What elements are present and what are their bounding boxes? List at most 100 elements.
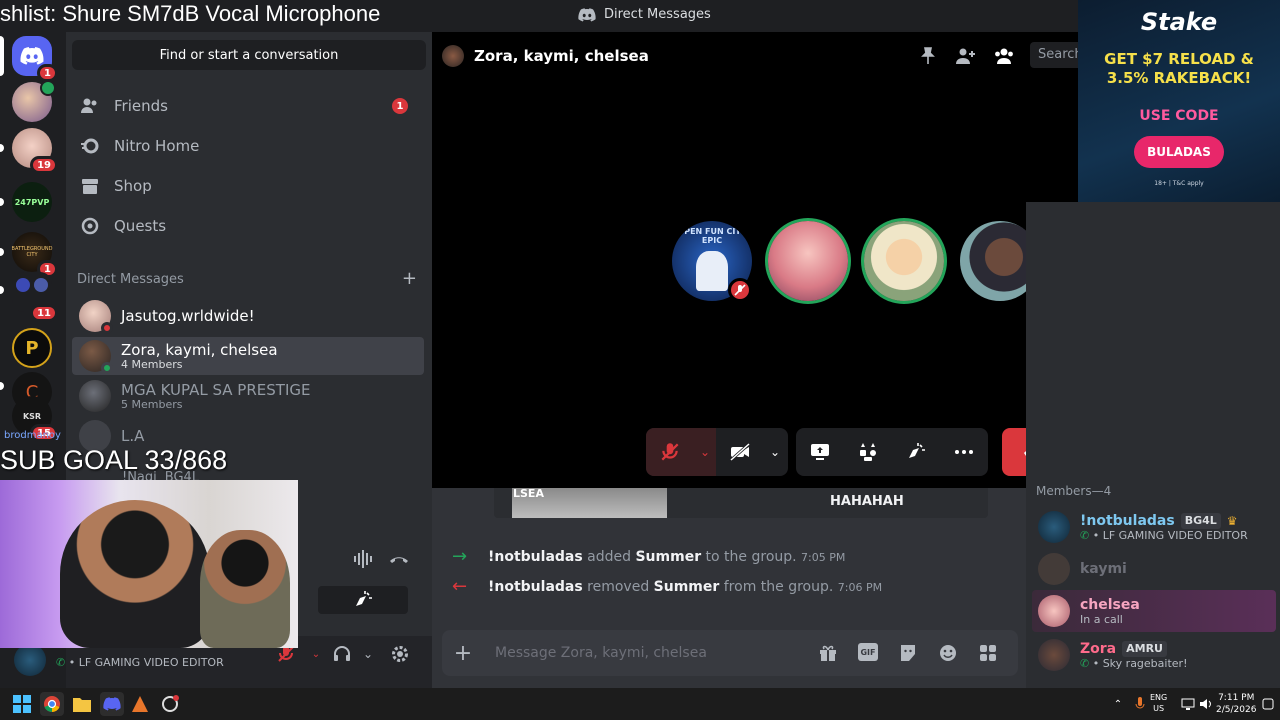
user-avatar[interactable] <box>14 644 46 676</box>
chrome-icon[interactable] <box>40 692 64 716</box>
mic-tray-icon[interactable] <box>1128 692 1152 716</box>
pinned-messages-icon[interactable] <box>916 44 940 68</box>
toggle-mic-button[interactable] <box>646 428 694 476</box>
search-input[interactable]: Search <box>1030 42 1080 68</box>
nav-shop[interactable]: Shop <box>74 168 424 204</box>
nav-nitro-home[interactable]: Nitro Home <box>74 128 424 164</box>
server-folder[interactable]: 11 <box>12 272 58 322</box>
system-message-text: !notbuladas added Summer to the group. 7… <box>488 548 846 565</box>
system-message: → !notbuladas added Summer to the group.… <box>452 546 845 567</box>
member-item[interactable]: kaymi <box>1032 548 1276 590</box>
discord-taskbar-icon[interactable] <box>100 692 124 716</box>
member-item[interactable]: !notbuladas BG4L ♛ ✆ • LF GAMING VIDEO E… <box>1032 506 1276 548</box>
dm-item[interactable]: Jasutog.wrldwide! <box>72 297 424 335</box>
nav-label: Nitro Home <box>114 137 200 155</box>
soundboard-button[interactable] <box>892 428 940 476</box>
gear-icon <box>390 644 410 664</box>
message-target[interactable]: Summer <box>635 549 701 565</box>
toggle-camera-button[interactable] <box>716 428 764 476</box>
camera-off-icon <box>729 441 751 463</box>
add-dm-icon[interactable]: + <box>402 270 417 288</box>
activities-icon <box>858 442 878 462</box>
activities-button[interactable] <box>844 428 892 476</box>
dm-item-active[interactable]: Zora, kaymi, chelsea 4 Members <box>72 337 424 375</box>
volume-icon[interactable] <box>1194 692 1218 716</box>
discord-logo-icon <box>578 7 596 22</box>
dm-name: Zora, kaymi, chelsea <box>121 340 278 359</box>
member-list-icon[interactable] <box>992 44 1016 68</box>
ad-headline: GET $7 RELOAD & 3.5% RAKEBACK! <box>1104 50 1254 87</box>
gif-icon[interactable]: GIF <box>858 643 878 661</box>
dm-name: L.A <box>121 427 145 445</box>
participant-tile-speaking[interactable] <box>768 221 848 301</box>
dm-item[interactable]: MGA KUPAL SA PRESTIGE 5 Members <box>72 377 424 415</box>
apps-icon[interactable] <box>978 643 998 663</box>
guild-tag: AMRU <box>1122 640 1167 657</box>
app-icon[interactable] <box>128 692 152 716</box>
dm-name: MGA KUPAL SA PRESTIGE <box>121 380 311 399</box>
camera-options-chevron-icon[interactable]: ⌄ <box>764 428 786 476</box>
message-time: 7:06 PM <box>837 580 883 594</box>
member-item[interactable]: Zora AMRU ✆ • Sky ragebaiter! <box>1032 634 1276 676</box>
soundboard-button[interactable] <box>318 586 408 614</box>
stream-chat-user: brodmanoy <box>4 430 61 441</box>
notifications-icon[interactable] <box>1256 692 1280 716</box>
participant-tile-speaking[interactable] <box>864 221 944 301</box>
dm-avatar[interactable]: 19 <box>12 128 58 174</box>
unread-pill <box>0 248 4 256</box>
app-title: Direct Messages <box>578 7 711 22</box>
system-message: ← !notbuladas removed Summer from the gr… <box>452 576 882 597</box>
add-friends-to-dm-icon[interactable] <box>954 44 978 68</box>
dnd-status-icon <box>101 322 113 334</box>
server-avatar-voice[interactable] <box>12 80 56 122</box>
call-controls-activities <box>796 428 988 476</box>
disconnect-icon[interactable] <box>388 548 410 570</box>
more-options-button[interactable] <box>940 428 988 476</box>
language-indicator[interactable]: ENG US <box>1150 692 1167 714</box>
arrow-left-icon: ← <box>452 576 468 597</box>
emoji-icon[interactable] <box>938 643 958 663</box>
unread-pill <box>0 382 4 390</box>
soundboard-icon <box>353 590 373 610</box>
sticker-icon[interactable] <box>898 643 918 663</box>
server-battleground-city[interactable]: BATTLEGROUND CITY 1 <box>12 232 58 278</box>
upload-plus-icon[interactable]: + <box>452 641 474 666</box>
server-247pvp[interactable]: 247PVP <box>12 182 52 222</box>
phone-icon: ✆ <box>1080 656 1090 670</box>
tray-chevron-icon[interactable]: ⌃ <box>1106 692 1130 716</box>
message-target[interactable]: Summer <box>654 579 720 595</box>
member-item[interactable]: chelsea In a call <box>1032 590 1276 632</box>
noise-suppression-icon[interactable] <box>352 548 374 570</box>
windows-start-icon[interactable] <box>10 692 34 716</box>
file-explorer-icon[interactable] <box>70 692 94 716</box>
unread-badge: 19 <box>30 156 58 174</box>
settings-button[interactable] <box>384 638 416 670</box>
mic-options-chevron-icon[interactable]: ⌄ <box>694 428 716 476</box>
server-p[interactable]: P <box>12 328 52 368</box>
gift-icon[interactable] <box>818 643 838 663</box>
muted-indicator-icon <box>728 278 752 302</box>
app-icon[interactable] <box>158 692 182 716</box>
deafen-options-chevron-icon[interactable]: ⌄ <box>352 638 384 670</box>
wishlist-overlay: shlist: Shure SM7dB Vocal Microphone <box>0 1 381 26</box>
online-status-icon <box>101 362 113 374</box>
headphones-icon <box>332 644 352 664</box>
find-conversation-button[interactable]: Find or start a conversation <box>72 40 426 70</box>
tile-text: OPEN FUN CITY EPIC <box>677 227 747 245</box>
nav-quests[interactable]: Quests <box>74 208 424 244</box>
unread-pill <box>0 198 4 206</box>
message-actor[interactable]: !notbuladas <box>488 549 583 565</box>
clock[interactable]: 7:11 PM 2/5/2026 <box>1216 692 1256 716</box>
unread-pill <box>0 144 4 152</box>
avatar <box>1038 595 1070 627</box>
home-button[interactable]: 1 <box>12 36 58 82</box>
dm-section-header: Direct Messages + <box>77 270 417 288</box>
embed-image[interactable]: LSEA <box>512 488 667 518</box>
share-screen-button[interactable] <box>796 428 844 476</box>
message-input[interactable]: Message Zora, kaymi, chelsea <box>495 645 707 661</box>
shop-icon <box>80 176 100 196</box>
nav-friends[interactable]: Friends 1 <box>74 88 424 124</box>
member-status: In a call <box>1080 612 1123 626</box>
message-actor[interactable]: !notbuladas <box>488 579 583 595</box>
dm-members-count: 4 Members <box>121 357 183 371</box>
